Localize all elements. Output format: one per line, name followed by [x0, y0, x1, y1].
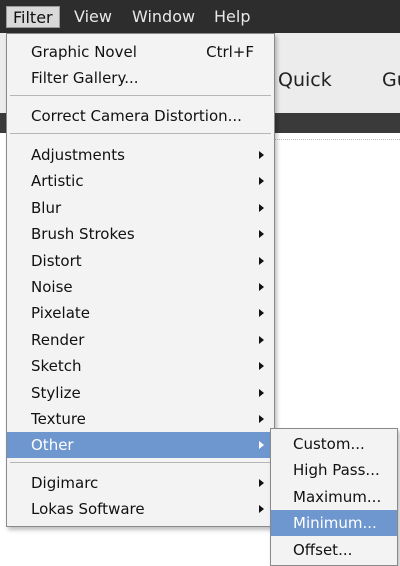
- submenu-arrow-icon: [259, 257, 264, 265]
- menu-item-distort[interactable]: Distort: [7, 248, 274, 274]
- submenu-arrow-icon: [259, 283, 264, 291]
- menu-item-label: Adjustments: [31, 146, 125, 164]
- menu-item-brush-strokes[interactable]: Brush Strokes: [7, 221, 274, 247]
- menu-item-label: Stylize: [31, 384, 81, 402]
- submenu-item-label: Offset...: [293, 541, 353, 559]
- menu-item-correct-camera-distortion[interactable]: Correct Camera Distortion...: [7, 103, 274, 129]
- submenu-arrow-icon: [259, 309, 264, 317]
- menu-window[interactable]: Window: [126, 6, 201, 28]
- submenu-item-minimum[interactable]: Minimum...: [271, 510, 397, 536]
- submenu-arrow-icon: [259, 204, 264, 212]
- submenu-arrow-icon: [259, 415, 264, 423]
- menu-item-blur[interactable]: Blur: [7, 195, 274, 221]
- submenu-arrow-icon: [259, 151, 264, 159]
- menu-item-label: Filter Gallery...: [31, 69, 139, 87]
- menu-item-artistic[interactable]: Artistic: [7, 168, 274, 194]
- menu-item-noise[interactable]: Noise: [7, 274, 274, 300]
- menu-item-label: Lokas Software: [31, 500, 145, 518]
- submenu-arrow-icon: [259, 336, 264, 344]
- submenu-item-label: Minimum...: [293, 514, 377, 532]
- menu-item-label: Sketch: [31, 357, 82, 375]
- menu-item-label: Brush Strokes: [31, 225, 135, 243]
- submenu-arrow-icon: [259, 505, 264, 513]
- menu-separator: [10, 133, 271, 134]
- menu-item-stylize[interactable]: Stylize: [7, 380, 274, 406]
- shortcut-label: Ctrl+F: [206, 43, 254, 61]
- menu-item-label: Correct Camera Distortion...: [31, 107, 242, 125]
- menu-item-texture[interactable]: Texture: [7, 406, 274, 432]
- menu-item-render[interactable]: Render: [7, 327, 274, 353]
- menu-separator: [10, 462, 271, 463]
- filter-dropdown-menu: Graphic Novel Ctrl+F Filter Gallery... C…: [6, 33, 275, 527]
- tab-guided[interactable]: Gu: [382, 69, 400, 91]
- menu-item-label: Distort: [31, 252, 82, 270]
- menu-item-label: Artistic: [31, 172, 84, 190]
- tab-quick[interactable]: Quick: [278, 69, 332, 91]
- menu-item-sketch[interactable]: Sketch: [7, 353, 274, 379]
- menu-item-label: Texture: [31, 410, 86, 428]
- menu-help[interactable]: Help: [208, 6, 256, 28]
- submenu-item-label: Maximum...: [293, 488, 382, 506]
- submenu-item-high-pass[interactable]: High Pass...: [271, 457, 397, 483]
- menu-item-label: Graphic Novel: [31, 43, 137, 61]
- menu-separator: [10, 95, 271, 96]
- menu-item-label: Digimarc: [31, 474, 99, 492]
- menu-item-label: Render: [31, 331, 85, 349]
- menu-item-digimarc[interactable]: Digimarc: [7, 470, 274, 496]
- menu-item-adjustments[interactable]: Adjustments: [7, 142, 274, 168]
- submenu-arrow-icon: [259, 177, 264, 185]
- menu-item-label: Noise: [31, 278, 73, 296]
- submenu-arrow-icon: [259, 441, 264, 449]
- menu-view[interactable]: View: [68, 6, 118, 28]
- other-submenu: Custom... High Pass... Maximum... Minimu…: [270, 428, 398, 566]
- submenu-item-offset[interactable]: Offset...: [271, 537, 397, 563]
- menu-filter[interactable]: Filter: [6, 6, 60, 28]
- menu-item-filter-gallery[interactable]: Filter Gallery...: [7, 65, 274, 91]
- submenu-arrow-icon: [259, 389, 264, 397]
- menu-item-label: Blur: [31, 199, 62, 217]
- menu-item-pixelate[interactable]: Pixelate: [7, 300, 274, 326]
- submenu-item-label: Custom...: [293, 435, 365, 453]
- menu-item-other[interactable]: Other: [7, 432, 274, 458]
- submenu-item-maximum[interactable]: Maximum...: [271, 484, 397, 510]
- submenu-item-custom[interactable]: Custom...: [271, 431, 397, 457]
- menu-item-label: Pixelate: [31, 304, 90, 322]
- menu-bar: Filter View Window Help: [0, 0, 400, 33]
- submenu-arrow-icon: [259, 479, 264, 487]
- submenu-item-label: High Pass...: [293, 461, 380, 479]
- submenu-arrow-icon: [259, 362, 264, 370]
- menu-item-lokas-software[interactable]: Lokas Software: [7, 496, 274, 522]
- menu-item-label: Other: [31, 436, 74, 454]
- menu-item-graphic-novel[interactable]: Graphic Novel Ctrl+F: [7, 39, 274, 65]
- submenu-arrow-icon: [259, 230, 264, 238]
